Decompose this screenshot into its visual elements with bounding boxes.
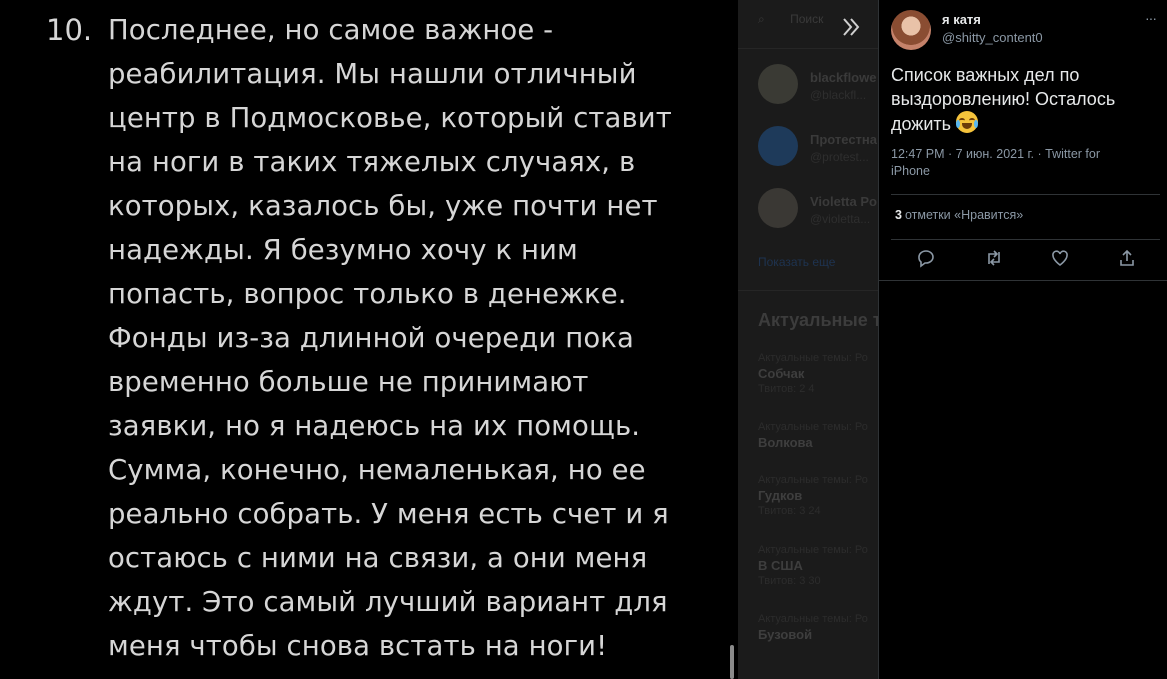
divider (738, 290, 878, 291)
trend-count: Твитов: 3 24 (758, 505, 821, 517)
note-line: реабилитация. Мы нашли отличный (108, 58, 637, 90)
tweet-text-line: Список важных дел по (891, 65, 1080, 85)
background-sidebar: ⌕ Поиск blackflowe @blackfl... Протестна… (738, 0, 878, 679)
note-image: 10. Последнее, но самое важное - реабили… (0, 0, 738, 679)
note-line: попасть, вопрос только в денежке. (108, 278, 627, 310)
search-icon: ⌕ (758, 12, 765, 26)
tweet-text-line: дожить (891, 111, 1156, 137)
note-line: которых, казалось бы, уже почти нет (108, 190, 658, 222)
collapse-chevron-icon[interactable] (838, 14, 864, 40)
user-handle: @protest... (810, 150, 869, 164)
scrollbar[interactable] (730, 645, 734, 679)
note-line: надежды. Я безумно хочу к ним (108, 234, 578, 266)
more-options-icon[interactable]: ··· (1145, 10, 1157, 26)
retweet-icon[interactable] (984, 248, 1004, 268)
likes-number: 3 (895, 208, 902, 222)
note-line: Последнее, но самое важное - (108, 14, 554, 46)
trend-context: Актуальные темы: Ро (758, 544, 868, 556)
user-handle: @violetta... (810, 212, 871, 226)
tweet-timestamp: 12:47 PM · 7 июн. 2021 г. · Twitter for … (891, 147, 1101, 178)
divider (738, 48, 878, 49)
trend-title: Гудков (758, 488, 803, 503)
avatar[interactable] (891, 10, 931, 50)
list-number: 10. (46, 13, 93, 47)
show-more-link[interactable]: Показать еще (758, 255, 835, 269)
note-line: Фонды из-за длинной очереди пока (108, 322, 634, 354)
face-with-tears-of-joy-icon (956, 111, 979, 133)
suggested-user[interactable]: Протестна @protest... (758, 126, 878, 170)
note-line: центр в Подмосковье, который ставит (108, 102, 672, 134)
likes-label: отметки «Нравится» (904, 208, 1024, 222)
user-handle: @blackfl... (810, 88, 867, 102)
search-row: ⌕ Поиск (758, 12, 845, 27)
trend-title: Бузовой (758, 627, 813, 642)
like-icon[interactable] (1050, 248, 1070, 268)
trend-title: Собчак (758, 366, 805, 381)
note-line: временно больше не принимают (108, 366, 589, 398)
trend-context: Актуальные темы: Ро (758, 613, 868, 625)
avatar (758, 126, 798, 166)
note-line: реально собрать. У меня есть счет и я (108, 498, 669, 530)
tweet-author-name[interactable]: я катя (942, 12, 981, 27)
trend-item[interactable]: Актуальные темы: Ро В США Твитов: 3 30 (758, 544, 878, 587)
trend-item[interactable]: Актуальные темы: Ро Собчак Твитов: 2 4 (758, 352, 878, 395)
note-line: остаюсь с ними на связи, а они меня (108, 542, 648, 574)
avatar (758, 64, 798, 104)
tweet-text: Список важных дел по выздоровлению! Оста… (891, 64, 1156, 137)
avatar (758, 188, 798, 228)
tweet-text-fragment: дожить (891, 114, 952, 134)
trend-context: Актуальные темы: Ро (758, 352, 868, 364)
suggested-user[interactable]: Violetta Po @violetta... (758, 188, 878, 232)
likes-count[interactable]: 3 отметки «Нравится» (895, 208, 1023, 222)
trends-heading: Актуальные т (758, 310, 878, 330)
trend-count: Твитов: 3 30 (758, 575, 821, 587)
trend-context: Актуальные темы: Ро (758, 474, 868, 486)
note-line: на ноги в таких тяжелых случаях, в (108, 146, 636, 178)
user-name: Violetta Po (810, 194, 877, 209)
divider (891, 194, 1160, 195)
user-name: Протестна (810, 132, 878, 147)
trend-item[interactable]: Актуальные темы: Ро Волкова (758, 421, 878, 450)
tweet-author-handle[interactable]: @shitty_content0 (942, 30, 1043, 45)
trend-context: Актуальные темы: Ро (758, 421, 868, 433)
tweet-panel: я катя @shitty_content0 ··· Список важны… (878, 0, 1167, 679)
reply-icon[interactable] (916, 248, 936, 268)
note-line: ждут. Это самый лучший вариант для (108, 586, 668, 618)
trend-title: Волкова (758, 435, 813, 450)
trend-count: Твитов: 2 4 (758, 383, 815, 395)
note-line: Сумма, конечно, немаленькая, но ее (108, 454, 646, 486)
trend-item[interactable]: Актуальные темы: Ро Бузовой (758, 613, 878, 642)
note-line: меня чтобы снова встать на ноги! (108, 630, 608, 662)
search-tab[interactable]: Поиск (790, 12, 823, 26)
trend-title: В США (758, 558, 803, 573)
note-text: Последнее, но самое важное - реабилитаци… (108, 8, 708, 668)
user-name: blackflowe (810, 70, 877, 85)
divider (891, 239, 1160, 240)
note-line: заявки, но я надеюсь на их помощь. (108, 410, 641, 442)
tweet-actions (879, 248, 1167, 272)
divider (879, 280, 1167, 281)
share-icon[interactable] (1117, 248, 1137, 268)
suggested-user[interactable]: blackflowe @blackfl... (758, 64, 878, 108)
trend-item[interactable]: Актуальные темы: Ро Гудков Твитов: 3 24 (758, 474, 878, 517)
tweet-text-line: выздоровлению! Осталось (891, 88, 1116, 109)
